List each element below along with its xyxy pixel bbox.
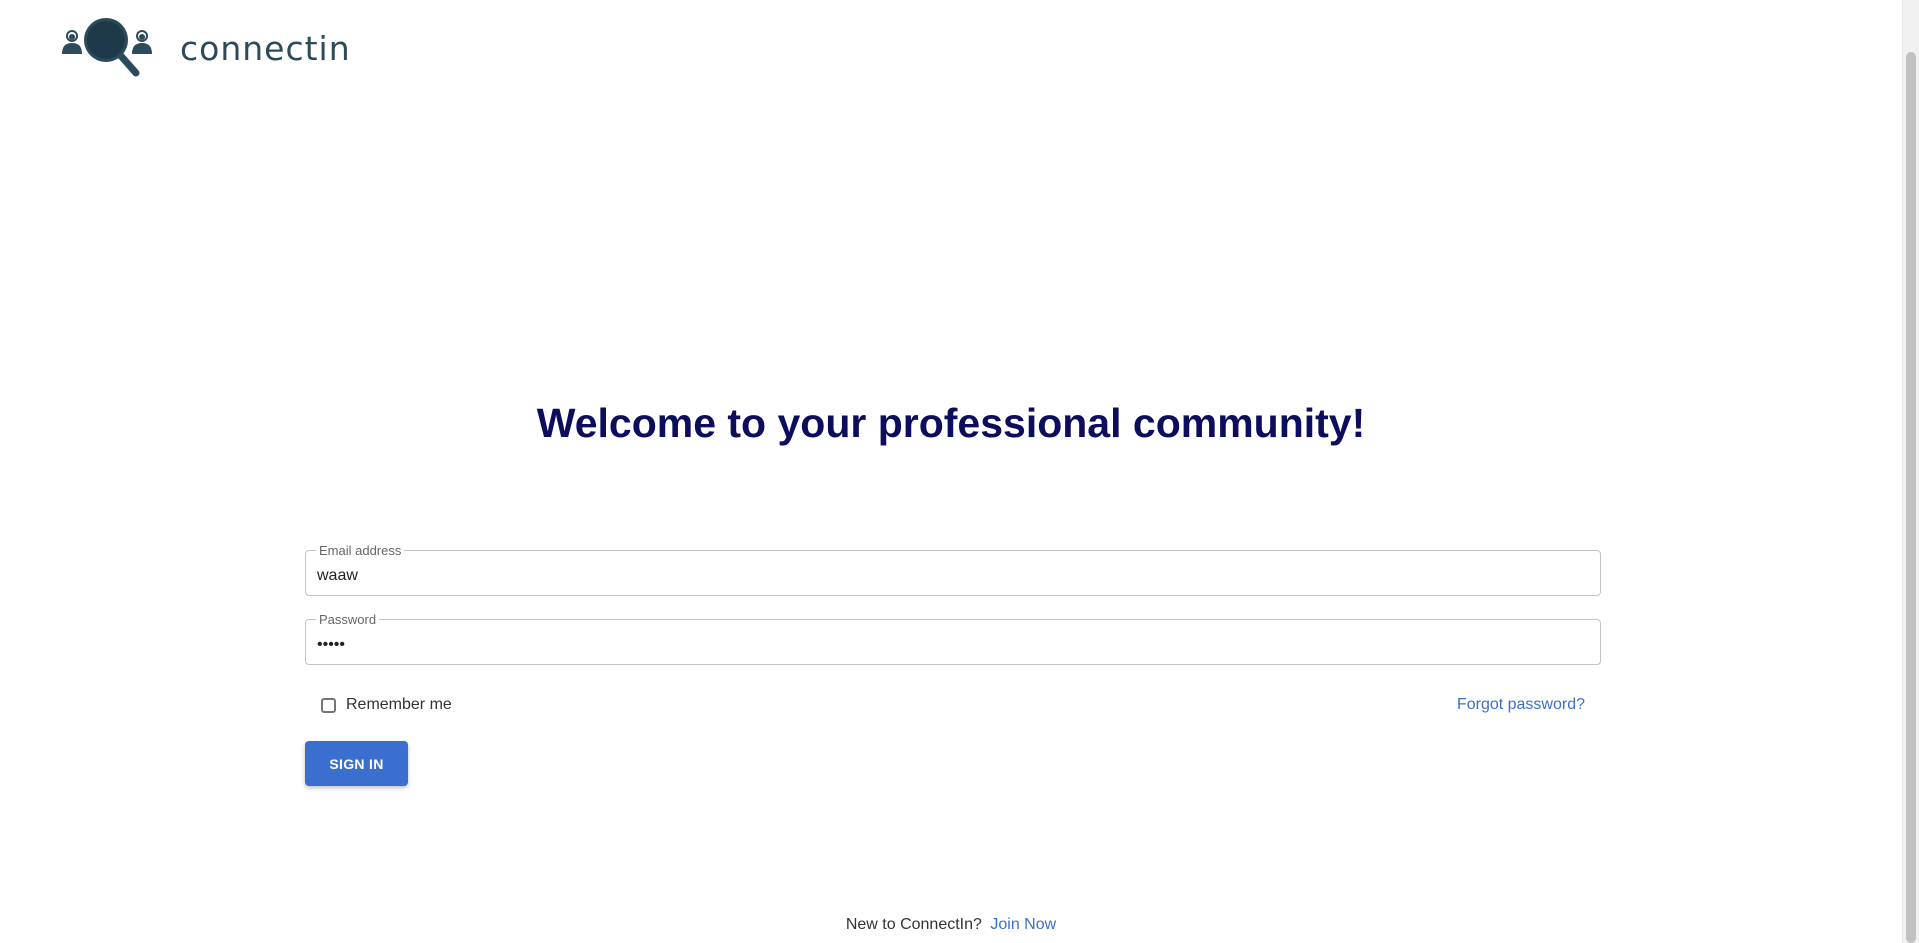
scrollbar-thumb[interactable]: [1906, 52, 1916, 943]
signup-prompt-text: New to ConnectIn?: [845, 916, 982, 933]
password-input[interactable]: [306, 620, 1600, 664]
page-title: Welcome to your professional community!: [536, 400, 1366, 446]
join-now-link[interactable]: Join Now: [990, 916, 1056, 933]
email-input[interactable]: [306, 551, 1600, 595]
brand-name: connectin: [180, 28, 351, 68]
remember-me-label: Remember me: [346, 696, 452, 713]
email-field: Email address: [305, 543, 1601, 596]
brand-logo[interactable]: connectin: [60, 16, 351, 78]
vertical-scrollbar[interactable]: [1902, 0, 1919, 943]
forgot-password-link[interactable]: Forgot password?: [1457, 696, 1585, 714]
sign-in-button[interactable]: SIGN IN: [305, 741, 408, 786]
remember-me-checkbox[interactable]: [321, 697, 336, 713]
password-field: Password: [305, 612, 1601, 665]
page: connectin Welcome to your professional c…: [0, 0, 1919, 943]
signup-prompt: New to ConnectIn? Join Now: [0, 916, 1902, 934]
form-options: Remember me Forgot password?: [305, 686, 1601, 726]
login-form: Email address Password Remember me Forgo…: [305, 543, 1601, 786]
remember-me-option[interactable]: Remember me: [321, 696, 452, 714]
people-search-logo-icon: [62, 18, 152, 77]
